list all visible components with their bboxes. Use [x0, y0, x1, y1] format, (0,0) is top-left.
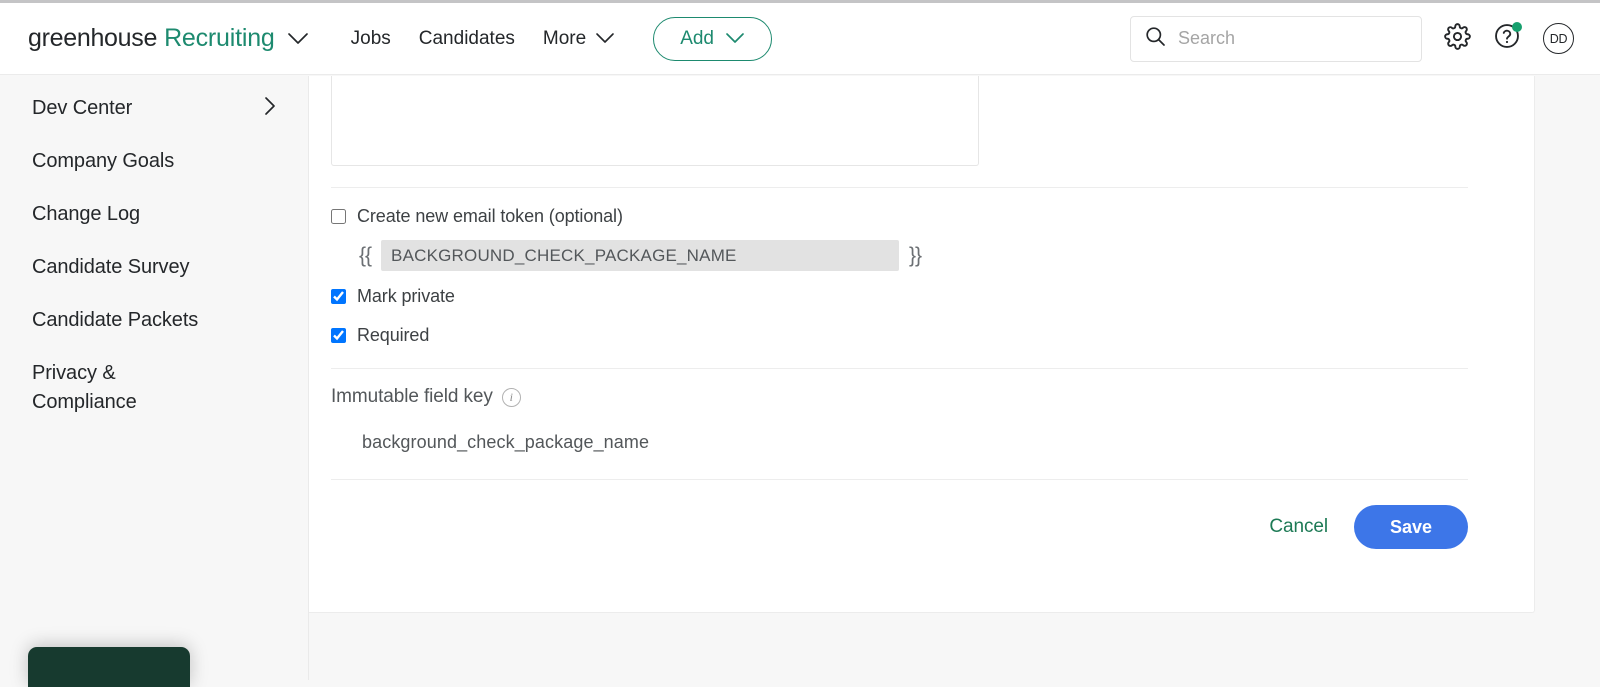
field-settings-card: Create new email token (optional) {{ }} …	[309, 76, 1535, 613]
nav-link-more-label: More	[542, 27, 587, 49]
chevron-down-icon	[725, 28, 745, 50]
bottom-toast-banner[interactable]	[28, 647, 190, 687]
add-button[interactable]: Add	[653, 16, 772, 61]
create-email-token-row[interactable]: Create new email token (optional)	[331, 206, 1506, 227]
help-notification-badge	[1512, 22, 1522, 32]
nav-link-candidates[interactable]: Candidates	[419, 28, 515, 50]
chevron-right-icon	[264, 96, 276, 122]
add-button-label: Add	[680, 27, 714, 49]
sidebar: Dev Center Company Goals Change Log Cand…	[0, 76, 309, 680]
settings-button[interactable]	[1444, 22, 1471, 55]
top-navigation-bar: greenhouse Recruiting Jobs Candidates Mo…	[0, 3, 1600, 75]
required-row[interactable]: Required	[331, 325, 1506, 346]
required-checkbox[interactable]	[331, 328, 346, 343]
mark-private-row[interactable]: Mark private	[331, 286, 1506, 307]
brand-product-name: Recruiting	[164, 24, 275, 52]
sidebar-item-company-goals[interactable]: Company Goals	[0, 135, 308, 188]
create-email-token-label: Create new email token (optional)	[357, 206, 623, 226]
help-button[interactable]	[1493, 22, 1522, 55]
avatar-initials: DD	[1549, 31, 1568, 46]
options-checkbox-group: Mark private Required	[331, 286, 1506, 346]
required-label: Required	[357, 325, 430, 345]
search-input[interactable]	[1178, 28, 1407, 49]
card-inner: Create new email token (optional) {{ }} …	[309, 76, 1534, 549]
token-brace-close: }}	[909, 243, 922, 267]
avatar[interactable]: DD	[1543, 23, 1574, 54]
description-textarea[interactable]	[331, 76, 979, 166]
email-token-row: {{ }}	[331, 240, 1506, 271]
nav-link-candidates-label: Candidates	[418, 27, 515, 49]
mark-private-label: Mark private	[357, 286, 455, 306]
gear-icon	[1444, 22, 1471, 55]
immutable-field-key-value: background_check_package_name	[362, 432, 650, 452]
section-divider-bottom	[331, 479, 1468, 480]
sidebar-item-label: Candidate Packets	[32, 309, 199, 331]
search-box[interactable]	[1130, 15, 1422, 62]
primary-nav-links: Jobs Candidates More	[351, 28, 616, 50]
search-icon	[1145, 26, 1166, 52]
section-divider-top	[331, 187, 1468, 188]
sidebar-item-label: Change Log	[32, 203, 140, 225]
sidebar-item-candidate-survey[interactable]: Candidate Survey	[0, 241, 308, 294]
info-circle-icon[interactable]: i	[501, 387, 521, 407]
sidebar-item-change-log[interactable]: Change Log	[0, 188, 308, 241]
main-content: Create new email token (optional) {{ }} …	[309, 76, 1600, 680]
save-button[interactable]: Save	[1353, 505, 1468, 549]
sidebar-item-label: Candidate Survey	[32, 256, 190, 278]
nav-link-jobs-label: Jobs	[350, 27, 391, 49]
sidebar-item-label: Dev Center	[32, 97, 133, 119]
description-field-wrap	[331, 76, 1506, 166]
cancel-button[interactable]: Cancel	[1269, 516, 1328, 538]
sidebar-item-label: Company Goals	[32, 150, 175, 172]
topnav-right-group: DD	[1130, 15, 1574, 62]
create-email-token-checkbox[interactable]	[331, 209, 346, 224]
email-token-input[interactable]	[381, 240, 900, 271]
mark-private-checkbox[interactable]	[331, 289, 346, 304]
immutable-field-key-header: Immutable field key i	[331, 386, 1506, 408]
sidebar-item-label: Privacy & Compliance	[32, 362, 137, 413]
token-brace-open: {{	[359, 243, 372, 267]
section-divider-middle	[331, 368, 1468, 369]
sidebar-item-privacy-compliance[interactable]: Privacy & Compliance	[0, 347, 308, 426]
immutable-field-key-label: Immutable field key	[331, 386, 493, 407]
brand-logo-menu[interactable]: greenhouse Recruiting	[28, 24, 309, 53]
sidebar-item-dev-center[interactable]: Dev Center	[0, 82, 308, 135]
sidebar-item-candidate-packets[interactable]: Candidate Packets	[0, 294, 308, 347]
form-actions: Cancel Save	[331, 505, 1468, 549]
nav-link-jobs[interactable]: Jobs	[351, 28, 391, 50]
brand-name: greenhouse	[28, 24, 158, 52]
nav-link-more[interactable]: More	[543, 28, 615, 50]
chevron-down-icon	[595, 28, 615, 50]
chevron-down-icon	[287, 32, 309, 45]
